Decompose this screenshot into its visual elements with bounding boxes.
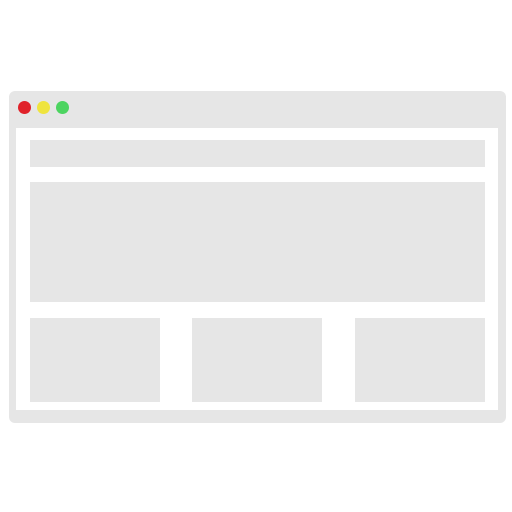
- close-window-button[interactable]: [18, 101, 31, 114]
- maximize-window-button[interactable]: [56, 101, 69, 114]
- card-placeholder: [192, 318, 322, 402]
- card-placeholder: [30, 318, 160, 402]
- card-placeholder: [355, 318, 485, 402]
- browser-window: [9, 91, 506, 423]
- window-viewport: [16, 128, 498, 410]
- hero-placeholder: [30, 182, 485, 302]
- minimize-window-button[interactable]: [37, 101, 50, 114]
- header-placeholder: [30, 140, 485, 167]
- page: [0, 0, 512, 512]
